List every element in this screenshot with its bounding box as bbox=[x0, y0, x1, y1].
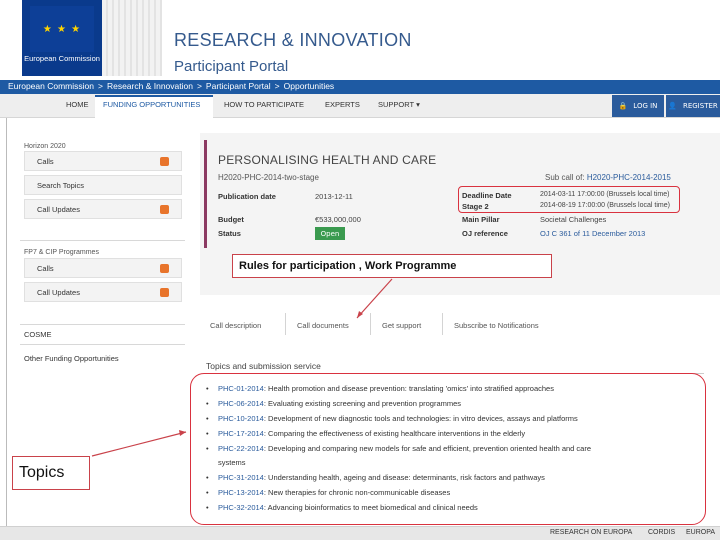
topics-callout: Topics bbox=[12, 456, 90, 490]
topics-arrow-line bbox=[91, 431, 187, 457]
footer-link-research-europa[interactable]: RESEARCH ON EUROPA bbox=[550, 529, 632, 536]
rules-arrow-line bbox=[356, 278, 393, 319]
topics-arrow-head bbox=[179, 430, 186, 436]
footer-link-cordis[interactable]: CORDIS bbox=[648, 529, 675, 536]
footer-link-europa[interactable]: EUROPA bbox=[686, 529, 715, 536]
rules-callout: Rules for participation , Work Programme bbox=[232, 254, 552, 278]
